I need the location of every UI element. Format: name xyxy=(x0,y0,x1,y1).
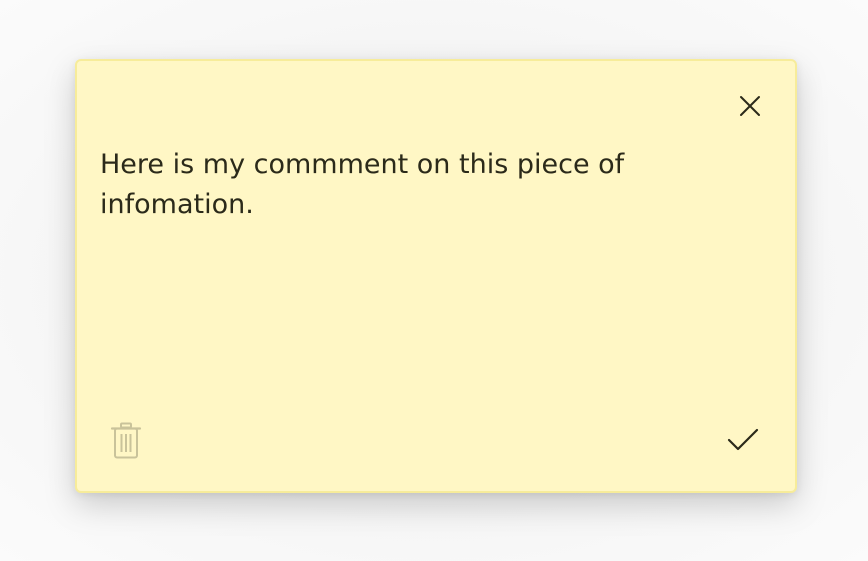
comment-note-card: Here is my commment on this piece of inf… xyxy=(75,59,797,493)
close-icon xyxy=(740,96,760,116)
confirm-button[interactable] xyxy=(725,423,761,457)
close-button[interactable] xyxy=(735,91,765,121)
delete-button[interactable] xyxy=(109,421,143,461)
comment-text[interactable]: Here is my commment on this piece of inf… xyxy=(100,145,700,225)
checkmark-icon xyxy=(727,428,759,451)
trash-icon xyxy=(110,422,142,459)
